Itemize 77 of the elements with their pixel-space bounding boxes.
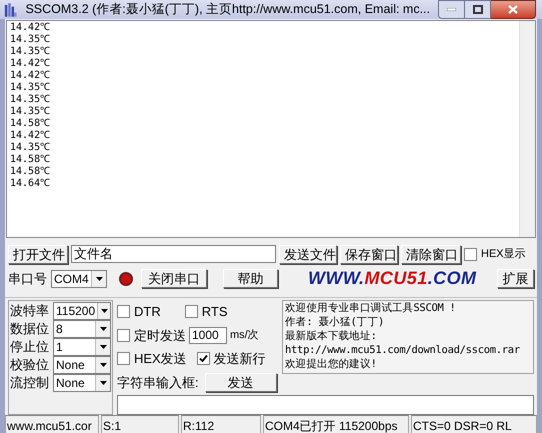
window-title: SSCOM3.2 (作者:聂小猛(丁丁), 主页http://www.mcu51.com, Email: mc... [25, 1, 430, 18]
dropdown-value: None [55, 376, 86, 388]
checkbox-label: RTS [202, 303, 228, 321]
interval-field[interactable]: 1000 [189, 326, 227, 344]
interval-unit: ms/次 [230, 328, 259, 343]
website-logo: WWW.MCU51.COM [308, 267, 476, 290]
dropdown[interactable]: 1 [53, 338, 111, 356]
app-icon [4, 0, 18, 18]
receive-line: 14.35℃ [10, 94, 50, 106]
checkbox[interactable] [117, 305, 130, 318]
receive-line: 14.42℃ [10, 22, 50, 34]
receive-line: 14.58℃ [10, 118, 50, 130]
dropdown-value: None [55, 358, 86, 370]
close-icon [508, 5, 518, 14]
dropdown-value: COM4 [53, 272, 90, 284]
setting-label: 校验位 [10, 356, 50, 374]
expand-button[interactable]: 扩展 [497, 269, 534, 288]
minimize-icon [447, 8, 456, 11]
minimize-button[interactable] [438, 0, 465, 19]
help-button[interactable]: 帮助 [223, 269, 278, 288]
info-line: 欢迎提出您的建议! [285, 357, 377, 371]
setting-label: 停止位 [10, 338, 50, 356]
receive-line: 14.35℃ [10, 82, 50, 94]
dropdown[interactable]: None [53, 374, 111, 392]
checkbox-label: HEX发送 [134, 350, 187, 368]
receive-line: 14.64℃ [10, 178, 50, 190]
info-line: 欢迎使用专业串口调试工具SSCOM ! [285, 301, 456, 315]
port-label: 串口号 [8, 270, 47, 288]
maximize-icon [472, 5, 482, 14]
check-icon [198, 354, 208, 364]
close-port-button[interactable]: 关闭串口 [141, 269, 207, 288]
checkbox[interactable] [117, 352, 130, 366]
receive-line: 14.35℃ [10, 142, 50, 154]
dropdown[interactable]: 8 [53, 320, 111, 338]
file-name-field[interactable]: 文件名 [71, 245, 276, 263]
string-input-field[interactable] [117, 395, 534, 415]
receive-line: 14.58℃ [10, 166, 50, 178]
info-line: http://www.mcu51.com/download/sscom.rar [285, 343, 520, 357]
checkbox[interactable] [196, 352, 210, 366]
checkbox[interactable] [117, 328, 130, 342]
status-text: R:112 [181, 415, 261, 433]
close-button[interactable] [491, 0, 536, 19]
dropdown[interactable]: None [53, 356, 111, 374]
maximize-button[interactable] [465, 0, 491, 19]
send-button[interactable]: 发送 [204, 372, 277, 392]
setting-label: 流控制 [10, 374, 50, 392]
checkbox[interactable] [184, 305, 198, 318]
save-window-button[interactable]: 保存窗口 [340, 244, 398, 264]
checkbox-label: 定时发送 [134, 326, 186, 344]
dropdown-value: 1 [55, 340, 64, 352]
dropdown[interactable]: 115200 [53, 302, 111, 320]
status-text: CTS=0 DSR=0 RL [411, 415, 537, 433]
setting-label: 波特率 [10, 302, 50, 320]
receive-line: 14.42℃ [10, 70, 50, 82]
receive-line: 14.35℃ [10, 34, 50, 46]
receive-line: 14.35℃ [10, 46, 50, 58]
receive-line: 14.42℃ [10, 130, 50, 142]
send-file-button[interactable]: 发送文件 [279, 244, 337, 264]
input-label: 字符串输入框: [117, 374, 199, 392]
info-line: 最新版本下载地址: [285, 329, 377, 343]
dropdown-value: 115200 [55, 304, 96, 316]
setting-label: 数据位 [10, 320, 50, 338]
dropdown-value: 8 [55, 322, 64, 334]
status-text: www.mcu51.cor [5, 415, 99, 433]
checkbox-label: 发送新行 [214, 350, 266, 368]
receive-line: 14.35℃ [10, 106, 50, 118]
status-text: COM4已打开 115200bps [263, 415, 409, 433]
receive-line: 14.42℃ [10, 58, 50, 70]
clear-window-button[interactable]: 清除窗口 [401, 244, 461, 264]
open-file-button[interactable]: 打开文件 [8, 244, 68, 264]
status-text: S:1 [101, 415, 179, 433]
info-line: 作者: 聂小猛(丁丁) [285, 315, 384, 329]
checkbox-label: DTR [134, 303, 161, 321]
receive-line: 14.58℃ [10, 154, 50, 166]
checkbox[interactable] [464, 248, 477, 260]
checkbox-label: HEX显示 [481, 246, 526, 262]
dropdown[interactable]: COM4 [51, 270, 107, 288]
